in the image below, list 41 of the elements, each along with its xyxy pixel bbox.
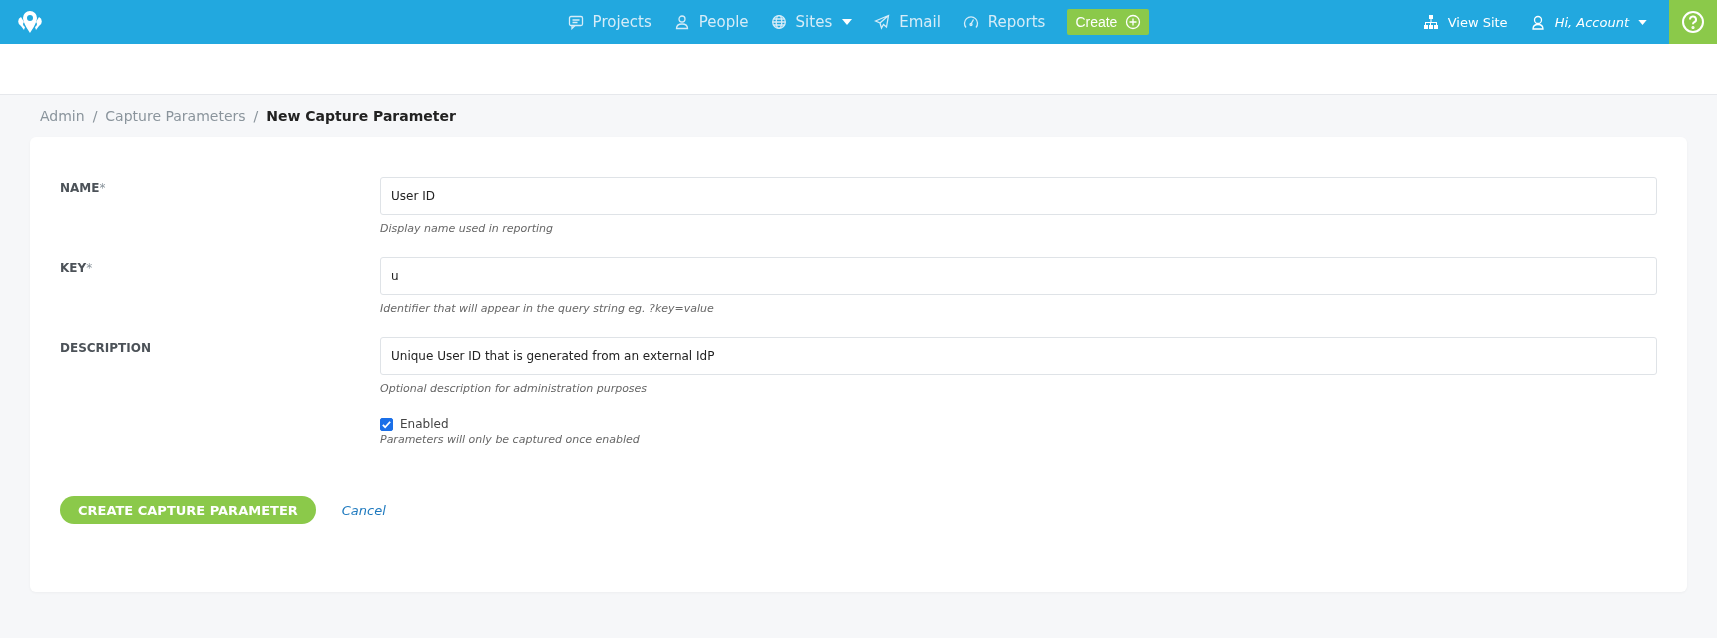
field-label: DESCRIPTION (60, 341, 151, 355)
nav-link[interactable]: Reports (962, 13, 1046, 31)
field-help-text: Display name used in reporting (380, 222, 555, 235)
nav-link[interactable]: Projects (567, 13, 652, 31)
text-field[interactable]: Unique User ID that is generated from an external IdP (380, 337, 1657, 375)
field-help-text: Identifier that will appear in the query string eg. ?key=value (380, 302, 715, 315)
breadcrumb-separator: / (253, 108, 259, 124)
sitemap-icon (1422, 14, 1439, 30)
cancel-link[interactable]: Cancel (341, 502, 386, 518)
text-field[interactable]: u (380, 257, 1657, 295)
paper-plane-icon (874, 14, 891, 30)
breadcrumb-link[interactable]: Admin (40, 108, 85, 124)
create-button[interactable]: Create (1067, 9, 1150, 35)
field-label: KEY (60, 261, 87, 275)
view-site-link[interactable]: View Site (1422, 14, 1508, 30)
help-icon (1681, 10, 1705, 34)
required-mark: * (86, 261, 93, 275)
account-menu[interactable]: Hi, Account (1529, 14, 1647, 30)
breadcrumb-current: New Capture Parameter (266, 108, 456, 124)
person-icon (673, 14, 690, 30)
required-mark: * (99, 181, 106, 195)
field-label: NAME (60, 181, 100, 195)
nav-link[interactable]: People (673, 13, 749, 31)
nav-link[interactable]: Email (874, 13, 941, 31)
breadcrumb-separator: / (92, 108, 98, 124)
field-help-text: Optional description for administration purposes (380, 382, 649, 395)
help-button[interactable] (1669, 0, 1717, 44)
create-capture-parameter-button[interactable]: CREATE CAPTURE PARAMETER (60, 496, 316, 524)
checkbox-label: Enabled (400, 417, 449, 431)
globe-icon (770, 14, 787, 30)
text-field[interactable]: User ID (380, 177, 1657, 215)
caret-icon (1638, 19, 1647, 25)
chat-bubble-icon (567, 14, 584, 30)
checkbox[interactable] (380, 417, 393, 431)
gauge-icon (962, 14, 979, 30)
nav-link[interactable]: Sites (770, 13, 853, 31)
user-icon (1529, 14, 1546, 30)
plus-circle-icon (1125, 14, 1142, 30)
breadcrumb-link[interactable]: Capture Parameters (105, 108, 246, 124)
checkbox-help-text: Parameters will only be captured once enabled (380, 433, 641, 446)
logo-icon[interactable] (15, 10, 45, 34)
